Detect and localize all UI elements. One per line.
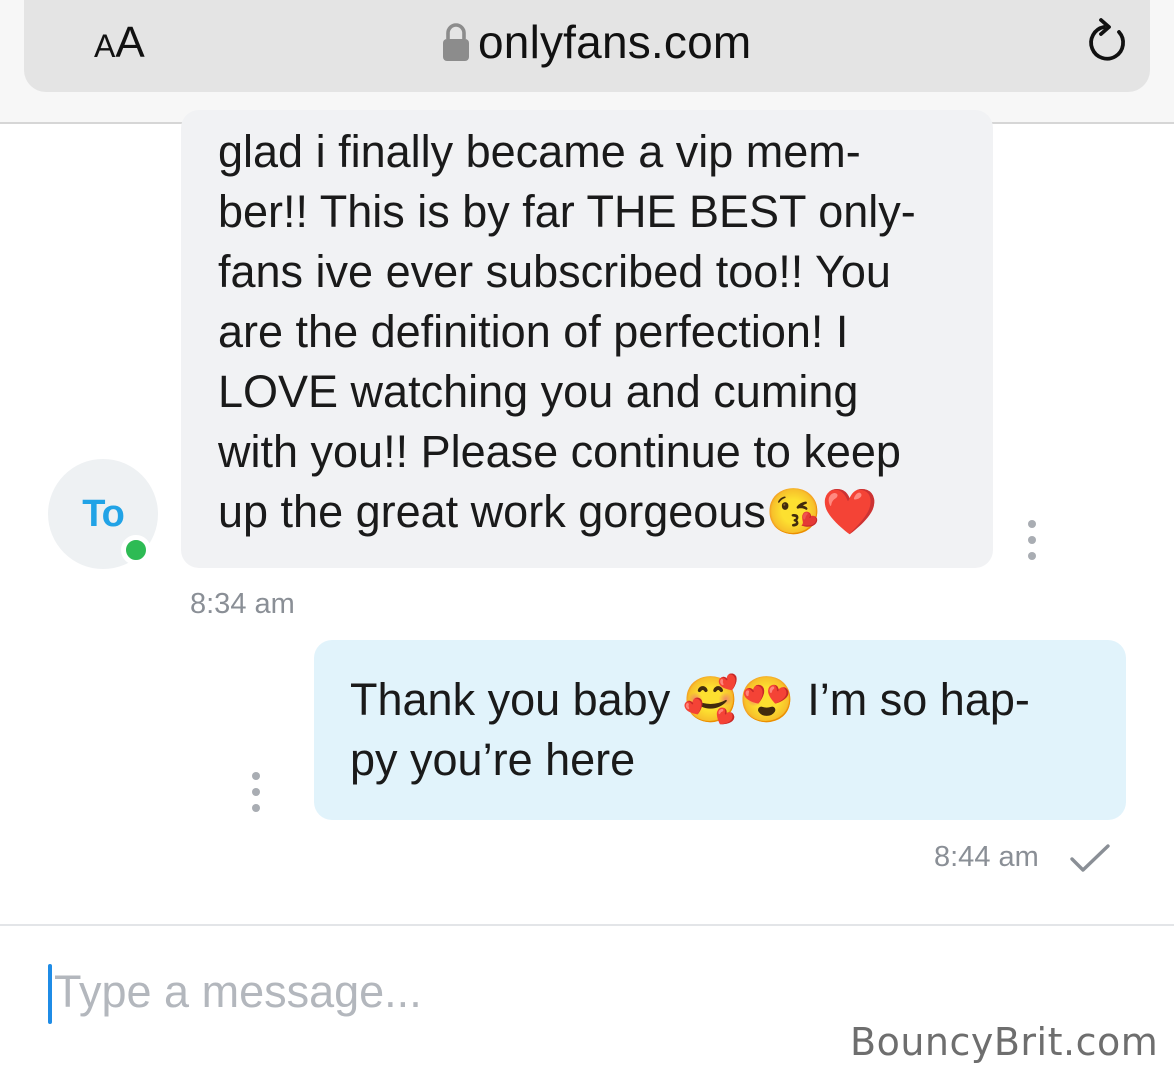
contact-avatar[interactable]: To (48, 459, 158, 569)
message-input[interactable] (50, 956, 1050, 1028)
browser-toolbar: A A onlyfans.com (0, 0, 1174, 124)
incoming-message-time: 8:34 am (190, 588, 295, 620)
incoming-message-text: glad i finally became a vip mem- ber!! T… (218, 126, 916, 537)
incoming-message-bubble[interactable]: glad i finally became a vip mem- ber!! T… (181, 110, 993, 568)
text-size-small-label: A (94, 28, 116, 64)
lock-icon (443, 23, 469, 61)
text-size-button[interactable]: A A (94, 18, 145, 68)
incoming-message-more-icon[interactable] (1022, 518, 1042, 562)
read-check-icon (1070, 844, 1110, 872)
outgoing-message-more-icon[interactable] (246, 770, 266, 814)
watermark: BouncyBrit.com (850, 1020, 1159, 1064)
outgoing-message-bubble[interactable]: Thank you baby 🥰😍 I’m so hap- py you’re … (314, 640, 1126, 820)
avatar-initials: To (82, 492, 125, 535)
url-text: onlyfans.com (478, 16, 752, 68)
url-field[interactable]: onlyfans.com (442, 14, 751, 70)
address-bar[interactable]: A A onlyfans.com (24, 0, 1150, 92)
reload-icon[interactable] (1082, 14, 1134, 70)
text-size-large-label: A (115, 18, 145, 67)
outgoing-message-text: Thank you baby 🥰😍 I’m so hap- py you’re … (350, 674, 1030, 785)
online-status-icon (121, 535, 151, 565)
outgoing-message-time: 8:44 am (934, 841, 1039, 873)
